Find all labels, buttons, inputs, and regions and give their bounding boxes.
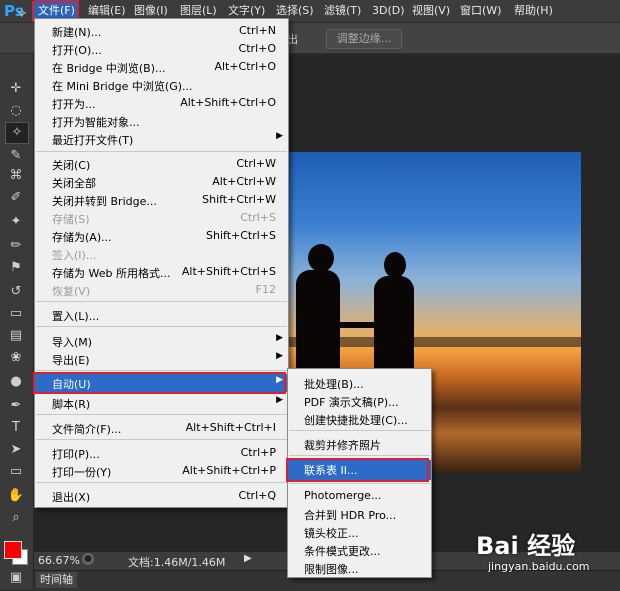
file-menu-item-file-info[interactable]: 文件简介(F)... Alt+Shift+Ctrl+I bbox=[35, 419, 288, 437]
lasso-tool-icon[interactable]: ✧ bbox=[5, 122, 29, 144]
baidu-jingyan-logo: Bai 经验 bbox=[476, 532, 576, 560]
file-menu-item-open-as[interactable]: 打开为... Alt+Shift+Ctrl+O bbox=[35, 94, 288, 112]
file-menu-item-revert[interactable]: 恢复(V) F12 bbox=[35, 281, 288, 299]
zoom-level[interactable]: 66.67% bbox=[38, 554, 80, 567]
submenu-item-pdf-presentation[interactable]: PDF 演示文稿(P)... bbox=[288, 392, 431, 410]
status-menu-arrow-icon[interactable]: ▶ bbox=[244, 553, 252, 564]
file-menu-item-check-in[interactable]: 签入(I)... bbox=[35, 245, 288, 263]
history-brush-tool-icon[interactable]: ↺ bbox=[5, 282, 27, 302]
lasso-tool-preset-icon[interactable]: ✧ bbox=[16, 6, 36, 24]
type-tool-icon[interactable]: T bbox=[5, 418, 27, 438]
path-selection-tool-icon[interactable]: ➤ bbox=[5, 440, 27, 460]
submenu-item-conditional-mode[interactable]: 条件模式更改... bbox=[288, 541, 431, 559]
blur-tool-icon[interactable]: ❀ bbox=[5, 348, 27, 368]
file-menu-item-place[interactable]: 置入(L)... bbox=[35, 306, 288, 324]
contact-sheet-highlight-box bbox=[286, 458, 429, 482]
file-menu-dropdown: 新建(N)... Ctrl+N 打开(O)... Ctrl+O 在 Bridge… bbox=[34, 18, 289, 508]
submenu-item-merge-hdr[interactable]: 合并到 HDR Pro... bbox=[288, 505, 431, 523]
menu-separator bbox=[289, 430, 430, 431]
file-menu-item-open[interactable]: 打开(O)... Ctrl+O bbox=[35, 40, 288, 58]
menu-filter[interactable]: 滤镜(T) bbox=[320, 0, 365, 22]
menu-view[interactable]: 视图(V) bbox=[408, 0, 454, 22]
foreground-color-swatch[interactable] bbox=[4, 541, 22, 559]
menu-separator bbox=[36, 482, 287, 483]
menu-separator bbox=[36, 151, 287, 152]
quick-selection-tool-icon[interactable]: ✎ bbox=[5, 146, 27, 166]
submenu-arrow-icon: ▶ bbox=[276, 395, 283, 405]
menu-help[interactable]: 帮助(H) bbox=[510, 0, 557, 22]
dodge-tool-icon[interactable]: ● bbox=[5, 372, 27, 392]
quick-mask-icon[interactable]: ▣ bbox=[5, 568, 27, 588]
menu-separator bbox=[36, 439, 287, 440]
eraser-tool-icon[interactable]: ▭ bbox=[5, 304, 27, 324]
automate-highlight-box bbox=[33, 372, 286, 394]
menu-separator bbox=[36, 414, 287, 415]
file-menu-item-new[interactable]: 新建(N)... Ctrl+N bbox=[35, 22, 288, 40]
submenu-arrow-icon: ▶ bbox=[276, 333, 283, 343]
menu-window[interactable]: 窗口(W) bbox=[456, 0, 505, 22]
zoom-tool-icon[interactable]: ⌕ bbox=[5, 508, 27, 528]
submenu-arrow-icon: ▶ bbox=[276, 351, 283, 361]
zoom-options-icon[interactable]: ● bbox=[82, 553, 94, 565]
menu-separator bbox=[36, 301, 287, 302]
menu-separator bbox=[289, 483, 430, 484]
healing-brush-tool-icon[interactable]: ✦ bbox=[5, 212, 27, 232]
file-menu-item-scripts[interactable]: 脚本(R) ▶ bbox=[35, 394, 288, 412]
move-tool-icon[interactable]: ✛ bbox=[5, 79, 27, 99]
submenu-item-photomerge[interactable]: Photomerge... bbox=[288, 487, 431, 505]
hand-tool-icon[interactable]: ✋ bbox=[5, 486, 27, 506]
eyedropper-tool-icon[interactable]: ✐ bbox=[5, 188, 27, 208]
file-menu-item-close[interactable]: 关闭(C) Ctrl+W bbox=[35, 155, 288, 173]
menu-3d[interactable]: 3D(D) bbox=[368, 0, 409, 22]
clone-stamp-tool-icon[interactable]: ⚑ bbox=[5, 258, 27, 278]
submenu-item-create-droplet[interactable]: 创建快捷批处理(C)... bbox=[288, 410, 431, 428]
file-menu-item-browse-mini-bridge[interactable]: 在 Mini Bridge 中浏览(G)... bbox=[35, 76, 288, 94]
file-menu-item-browse-bridge[interactable]: 在 Bridge 中浏览(B)... Alt+Ctrl+O bbox=[35, 58, 288, 76]
crop-tool-icon[interactable]: ⌘ bbox=[5, 166, 27, 186]
submenu-item-fit-image[interactable]: 限制图像... bbox=[288, 559, 431, 577]
menu-separator bbox=[36, 370, 287, 371]
brush-tool-icon[interactable]: ✏ bbox=[5, 236, 27, 256]
document-size: 文档:1.46M/1.46M bbox=[128, 556, 226, 569]
file-menu-item-print-one-copy[interactable]: 打印一份(Y) Alt+Shift+Ctrl+P bbox=[35, 462, 288, 480]
file-menu-item-close-go-bridge[interactable]: 关闭并转到 Bridge... Shift+Ctrl+W bbox=[35, 191, 288, 209]
file-menu-item-open-smart-object[interactable]: 打开为智能对象... bbox=[35, 112, 288, 130]
file-menu-item-save[interactable]: 存储(S) Ctrl+S bbox=[35, 209, 288, 227]
file-menu-item-save-as[interactable]: 存储为(A)... Shift+Ctrl+S bbox=[35, 227, 288, 245]
file-menu-item-save-for-web[interactable]: 存储为 Web 所用格式... Alt+Shift+Ctrl+S bbox=[35, 263, 288, 281]
watermark-url: jingyan.baidu.com bbox=[488, 560, 590, 573]
submenu-item-crop-straighten[interactable]: 裁剪并修齐照片 bbox=[288, 435, 431, 453]
file-menu-item-export[interactable]: 导出(E) ▶ bbox=[35, 350, 288, 368]
file-menu-item-exit[interactable]: 退出(X) Ctrl+Q bbox=[35, 487, 288, 505]
file-menu-item-print[interactable]: 打印(P)... Ctrl+P bbox=[35, 444, 288, 462]
submenu-item-batch[interactable]: 批处理(B)... bbox=[288, 374, 431, 392]
file-menu-item-recent-files[interactable]: 最近打开文件(T) ▶ bbox=[35, 130, 288, 148]
menu-separator bbox=[36, 326, 287, 327]
pen-tool-icon[interactable]: ✒ bbox=[5, 396, 27, 416]
file-menu-item-import[interactable]: 导入(M) ▶ bbox=[35, 332, 288, 350]
submenu-arrow-icon: ▶ bbox=[276, 131, 283, 141]
menu-separator bbox=[289, 455, 430, 456]
timeline-tab[interactable]: 时间轴 bbox=[36, 572, 77, 588]
refine-edge-button[interactable]: 调整边缘... bbox=[326, 29, 402, 49]
submenu-item-lens-correction[interactable]: 镜头校正... bbox=[288, 523, 431, 541]
gradient-tool-icon[interactable]: ▤ bbox=[5, 326, 27, 346]
marquee-tool-icon[interactable]: ◌ bbox=[5, 101, 27, 121]
file-menu-item-close-all[interactable]: 关闭全部 Alt+Ctrl+W bbox=[35, 173, 288, 191]
shape-tool-icon[interactable]: ▭ bbox=[5, 462, 27, 482]
